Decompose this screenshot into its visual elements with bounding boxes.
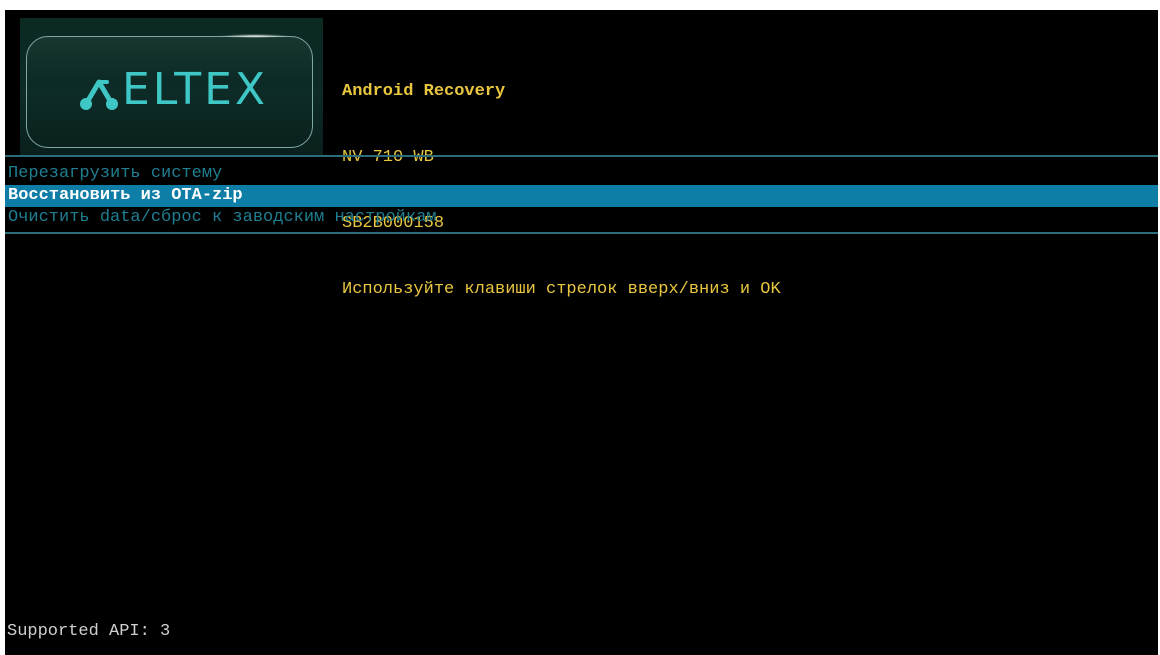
recovery-menu: Перезагрузить систему Восстановить из OT…	[5, 163, 1158, 229]
navigation-hint: Используйте клавиши стрелок вверх/вниз и…	[342, 280, 781, 299]
menu-item-wipe-data[interactable]: Очистить data/сброс к заводским настройк…	[5, 207, 1158, 229]
menu-top-divider	[5, 155, 1158, 157]
logo-shine	[220, 34, 290, 38]
supported-api-text: Supported API: 3	[7, 622, 171, 641]
logo-brand-text: ELTEX	[122, 64, 269, 115]
menu-bottom-divider	[5, 232, 1158, 234]
eltex-logo: ELTEX	[20, 18, 323, 155]
menu-item-reboot[interactable]: Перезагрузить систему	[5, 163, 1158, 185]
recovery-screen: ELTEX Android Recovery NV-710-WB SB2B000…	[5, 10, 1158, 655]
menu-item-apply-ota-zip[interactable]: Восстановить из OTA-zip	[5, 185, 1158, 207]
eltex-mark-icon	[80, 79, 118, 110]
header-title: Android Recovery	[342, 82, 506, 101]
